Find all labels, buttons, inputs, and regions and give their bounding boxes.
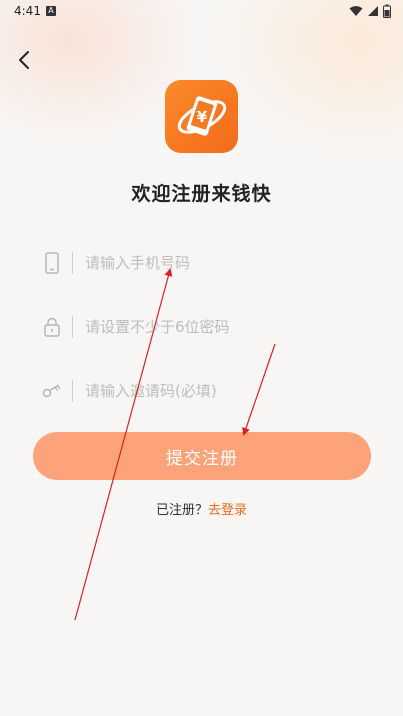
- status-icons: [349, 4, 391, 18]
- field-divider: [72, 316, 73, 338]
- logo-yen-symbol: ¥: [196, 108, 207, 126]
- password-field: [42, 312, 372, 342]
- login-prompt: 已注册？去登录: [0, 499, 403, 518]
- battery-icon: [383, 4, 391, 18]
- go-login-link[interactable]: 去登录: [208, 503, 247, 518]
- submit-register-button[interactable]: 提交注册: [33, 432, 371, 480]
- phone-field: [42, 248, 372, 278]
- page-title: 欢迎注册来钱快: [131, 183, 272, 205]
- login-prompt-text: 已注册？: [155, 503, 208, 518]
- field-divider: [72, 380, 73, 402]
- phone-input[interactable]: [83, 253, 347, 273]
- status-bar: 4:41 A: [0, 0, 403, 24]
- signal-icon: [368, 6, 378, 16]
- app-logo: ¥: [165, 80, 238, 153]
- back-button[interactable]: [10, 46, 38, 74]
- notification-icon: A: [46, 6, 56, 16]
- password-input[interactable]: [83, 317, 347, 337]
- invite-code-input[interactable]: [83, 381, 347, 401]
- status-time: 4:41: [14, 4, 41, 18]
- wifi-icon: [349, 6, 363, 16]
- chevron-left-icon: [19, 51, 29, 69]
- lock-icon: [42, 315, 62, 339]
- phone-icon: [42, 251, 62, 275]
- key-icon: [42, 379, 62, 403]
- invite-code-field: [42, 376, 372, 406]
- field-divider: [72, 252, 73, 274]
- money-phone-logo-icon: ¥: [177, 95, 226, 136]
